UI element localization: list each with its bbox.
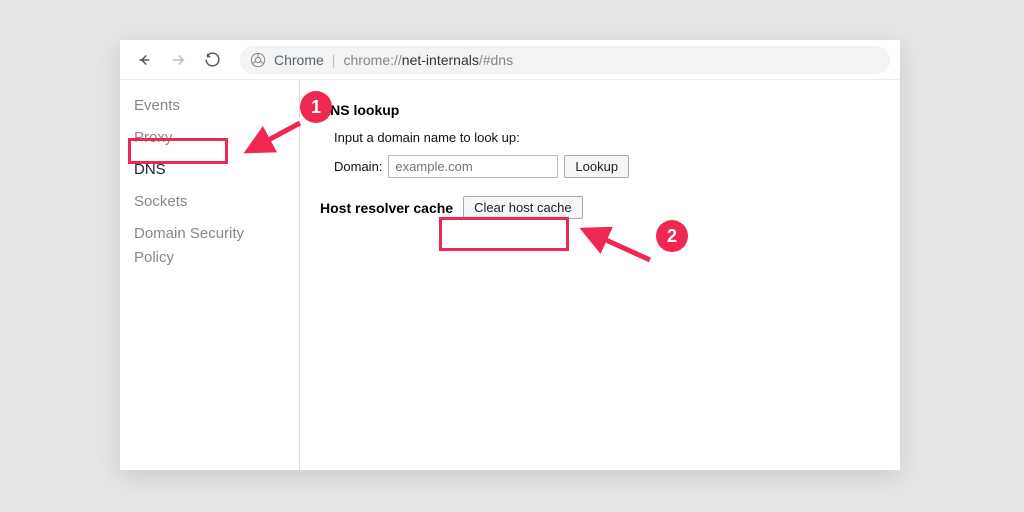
arrow-left-icon [135,51,153,69]
browser-window: Chrome | chrome://net-internals/#dns Eve… [120,40,900,470]
address-bar[interactable]: Chrome | chrome://net-internals/#dns [240,46,890,74]
lookup-button[interactable]: Lookup [564,155,629,178]
domain-input[interactable] [388,155,558,178]
address-divider: | [332,52,336,68]
address-chrome-label: Chrome [274,52,324,68]
address-url: chrome://net-internals/#dns [343,52,513,68]
browser-toolbar: Chrome | chrome://net-internals/#dns [120,40,900,80]
sidebar-item-sockets[interactable]: Sockets [120,186,299,218]
domain-form-row: Domain: Lookup [334,155,880,178]
dns-lookup-title: DNS lookup [320,102,880,118]
chrome-icon [250,52,266,68]
sidebar-item-dns[interactable]: DNS [120,154,299,186]
forward-button[interactable] [164,46,192,74]
sidebar-item-proxy[interactable]: Proxy [120,122,299,154]
reload-button[interactable] [198,46,226,74]
sidebar-item-events[interactable]: Events [120,90,299,122]
main-panel: DNS lookup Input a domain name to look u… [300,80,900,470]
back-button[interactable] [130,46,158,74]
sidebar: Events Proxy DNS Sockets Domain Security… [120,80,300,470]
sidebar-item-domain-security-policy[interactable]: Domain Security Policy [120,218,299,274]
arrow-right-icon [169,51,187,69]
domain-label: Domain: [334,159,382,174]
host-resolver-label: Host resolver cache [320,200,453,216]
content-area: Events Proxy DNS Sockets Domain Security… [120,80,900,470]
reload-icon [204,51,221,68]
host-resolver-row: Host resolver cache Clear host cache [320,196,880,219]
dns-lookup-help: Input a domain name to look up: [334,130,880,145]
clear-host-cache-button[interactable]: Clear host cache [463,196,583,219]
